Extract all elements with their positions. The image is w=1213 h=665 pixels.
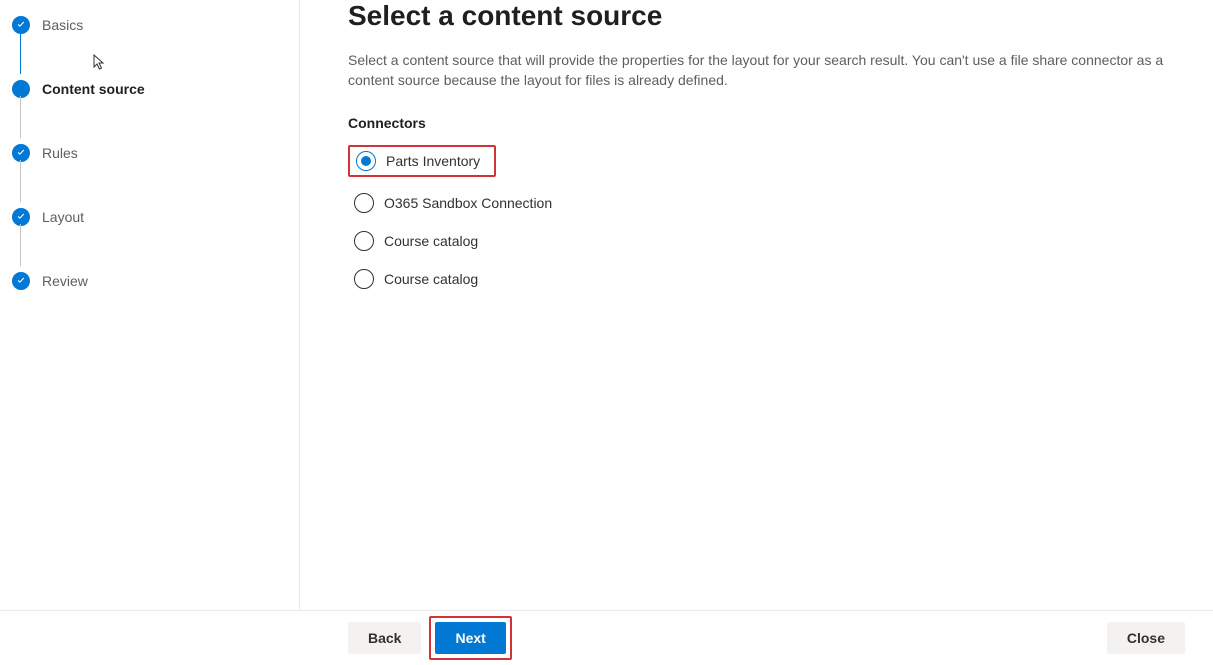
step-connector [20, 96, 21, 138]
connector-option-course-catalog-1[interactable]: Course catalog [348, 229, 1193, 253]
radio-label: Parts Inventory [386, 153, 480, 169]
radio-icon [354, 269, 374, 289]
check-icon [12, 272, 30, 290]
radio-icon [354, 193, 374, 213]
footer-bar: Back Next Close [0, 610, 1213, 665]
page-description: Select a content source that will provid… [348, 50, 1193, 91]
radio-label: Course catalog [384, 233, 478, 249]
close-button[interactable]: Close [1107, 622, 1185, 654]
connector-option-parts-inventory[interactable]: Parts Inventory [348, 145, 496, 177]
step-rules[interactable]: Rules [12, 138, 299, 168]
step-label: Review [42, 273, 88, 289]
step-basics[interactable]: Basics [12, 10, 299, 40]
step-content-source[interactable]: Content source [12, 74, 299, 104]
step-label: Layout [42, 209, 84, 225]
next-button[interactable]: Next [435, 622, 505, 654]
check-icon [12, 16, 30, 34]
step-connector [20, 224, 21, 266]
main-content: Select a content source Select a content… [300, 0, 1213, 610]
radio-icon [354, 231, 374, 251]
radio-icon [356, 151, 376, 171]
next-button-highlight: Next [429, 616, 511, 660]
back-button[interactable]: Back [348, 622, 421, 654]
connector-option-course-catalog-2[interactable]: Course catalog [348, 267, 1193, 291]
step-label: Content source [42, 81, 145, 97]
check-icon [12, 208, 30, 226]
step-label: Basics [42, 17, 83, 33]
step-layout[interactable]: Layout [12, 202, 299, 232]
connectors-label: Connectors [348, 115, 1193, 131]
check-icon [12, 144, 30, 162]
connector-option-o365-sandbox[interactable]: O365 Sandbox Connection [348, 191, 1193, 215]
step-connector [20, 32, 21, 74]
page-title: Select a content source [348, 0, 1193, 32]
connectors-radio-group: Parts Inventory O365 Sandbox Connection … [348, 145, 1193, 291]
wizard-sidebar: Basics Content source Rules Layout [0, 0, 300, 610]
step-connector [20, 160, 21, 202]
step-review[interactable]: Review [12, 266, 299, 296]
step-label: Rules [42, 145, 78, 161]
step-list: Basics Content source Rules Layout [12, 10, 299, 296]
radio-label: Course catalog [384, 271, 478, 287]
current-step-icon [12, 80, 30, 98]
radio-label: O365 Sandbox Connection [384, 195, 552, 211]
